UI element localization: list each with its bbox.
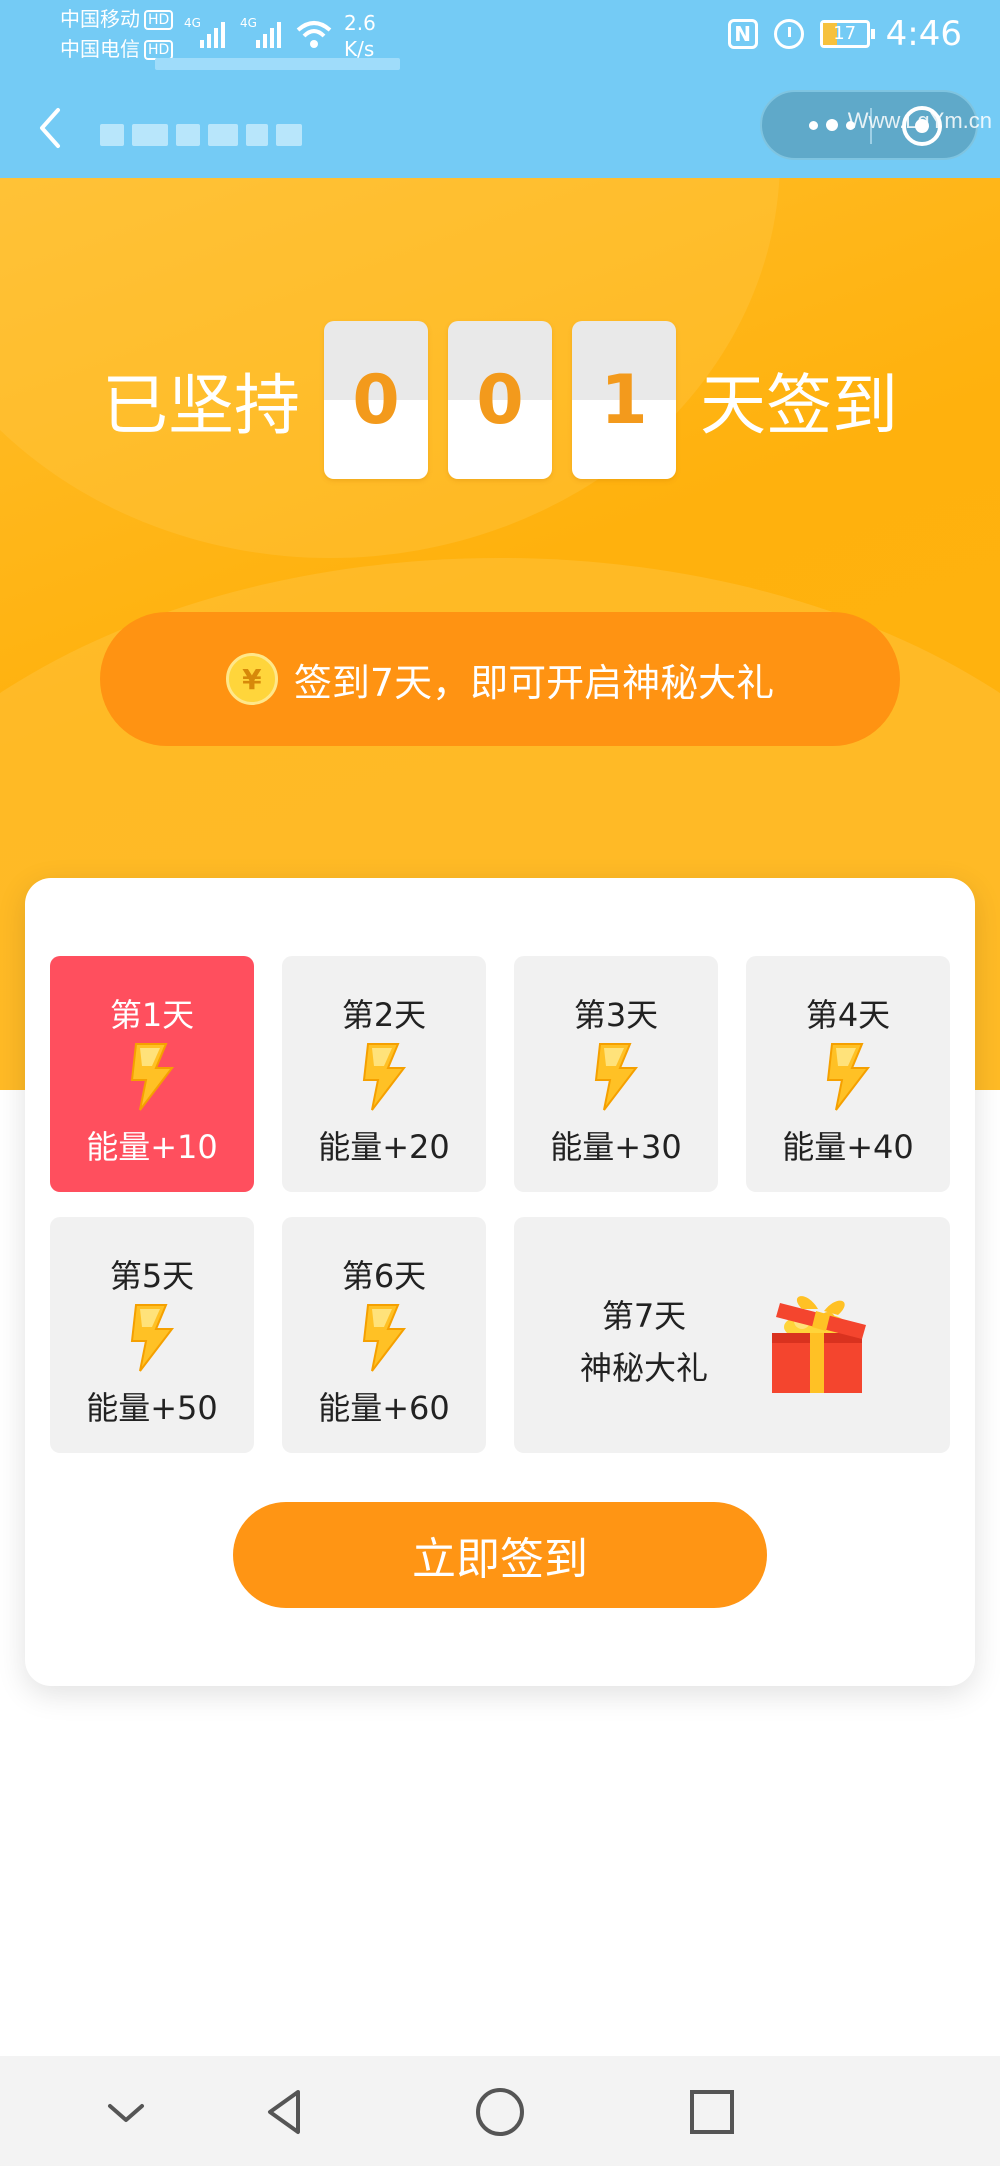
lightning-icon	[130, 1304, 175, 1372]
day-label: 第7天	[601, 1297, 687, 1335]
day-label: 第1天	[109, 996, 195, 1034]
day-2-tile: 第2天 能量+20	[282, 956, 486, 1192]
gift-box-icon	[772, 1296, 866, 1393]
lightning-icon	[362, 1043, 407, 1111]
day-label: 第5天	[109, 1257, 195, 1295]
wifi-icon	[296, 21, 332, 48]
recents-square-icon[interactable]	[684, 2084, 740, 2140]
reward-tip-banner: ¥ 签到7天，即可开启神秘大礼	[100, 612, 900, 746]
back-button[interactable]	[30, 102, 70, 154]
blurred-region	[155, 58, 400, 70]
day-reward: 能量+30	[550, 1128, 682, 1166]
lightning-icon	[130, 1043, 175, 1111]
network-speed: 2.6 K/s	[344, 11, 376, 61]
reward-tip-text: 签到7天，即可开启神秘大礼	[293, 660, 775, 705]
network-type-1: 4G	[184, 16, 201, 30]
lightning-icon	[362, 1304, 407, 1372]
streak-suffix: 天签到	[700, 367, 898, 444]
day-label: 第6天	[341, 1257, 427, 1295]
checkin-card: 第1天 能量+10 第2天 能量+20 第3天 能量+30 第4天 能量+40 …	[25, 878, 975, 1686]
system-nav-bar	[0, 2056, 1000, 2166]
streak-digit: 0	[448, 321, 552, 479]
day-6-tile: 第6天 能量+60	[282, 1217, 486, 1453]
day-3-tile: 第3天 能量+30	[514, 956, 718, 1192]
day-reward: 能量+20	[318, 1128, 450, 1166]
day-reward: 能量+10	[86, 1128, 218, 1166]
streak-counter: 已坚持 0 0 1 天签到	[0, 320, 1000, 480]
chevron-left-icon	[40, 108, 60, 148]
back-triangle-icon[interactable]	[258, 2084, 314, 2140]
home-circle-icon[interactable]	[472, 2084, 528, 2140]
signal-1-icon	[200, 20, 225, 48]
alarm-icon	[773, 19, 804, 49]
page-title-blurred	[100, 124, 350, 150]
day-1-tile: 第1天 能量+10	[50, 956, 254, 1192]
nfc-icon: N	[727, 19, 758, 49]
watermark: Www.LgYm.cn	[847, 108, 992, 133]
clock: 4:46	[885, 14, 962, 54]
day-reward: 能量+50	[86, 1389, 218, 1427]
lightning-icon	[826, 1043, 871, 1111]
day-5-tile: 第5天 能量+50	[50, 1217, 254, 1453]
day-label: 第4天	[805, 996, 891, 1034]
streak-digit: 1	[572, 321, 676, 479]
status-bar: 中国移动 HD 中国电信 HD 4G 4G 2.6 K/s N 17 4:46	[0, 0, 1000, 78]
network-type-2: 4G	[240, 16, 257, 30]
carrier-1: 中国移动 HD	[60, 6, 174, 32]
lightning-icon	[594, 1043, 639, 1111]
day-label: 第2天	[341, 996, 427, 1034]
coin-icon: ¥	[225, 653, 278, 705]
day-7-tile: 第7天 神秘大礼	[514, 1217, 950, 1453]
day-reward: 能量+40	[782, 1128, 914, 1166]
streak-prefix: 已坚持	[102, 367, 300, 444]
sign-in-button[interactable]: 立即签到	[233, 1502, 767, 1608]
signal-2-icon	[256, 20, 281, 48]
hide-keyboard-icon[interactable]	[98, 2084, 154, 2140]
day-reward: 神秘大礼	[579, 1349, 708, 1387]
day-label: 第3天	[573, 996, 659, 1034]
streak-digit: 0	[324, 321, 428, 479]
day-4-tile: 第4天 能量+40	[746, 956, 950, 1192]
day-reward: 能量+60	[318, 1389, 450, 1427]
battery-icon: 17	[819, 20, 875, 48]
